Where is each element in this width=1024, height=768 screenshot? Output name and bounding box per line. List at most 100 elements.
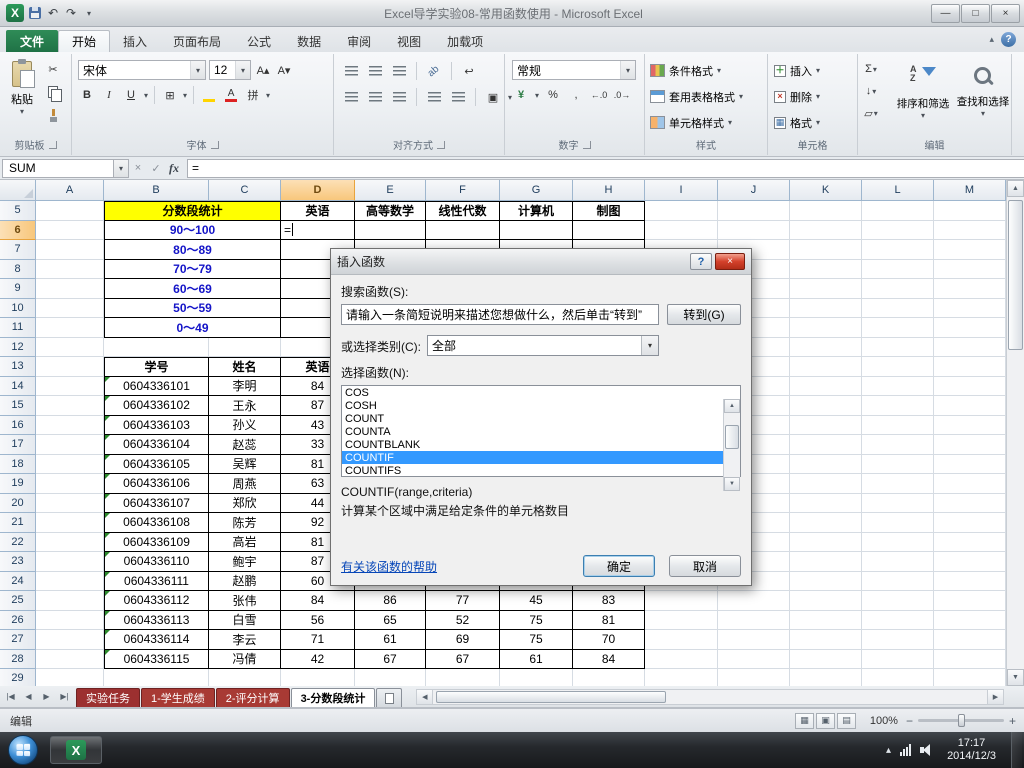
cell-r25-c10[interactable] [790,591,862,611]
cell-r17-c1[interactable]: 0604336104 [104,435,209,455]
font-size-select[interactable]: 12 ▾ [209,60,251,80]
dialog-close-button[interactable]: × [715,253,745,270]
currency-dropdown-icon[interactable]: ▾ [535,91,539,100]
cell-r26-c1[interactable]: 0604336113 [104,610,209,630]
row-header-16[interactable]: 16 [0,415,36,435]
cell-r7-c9[interactable] [790,240,862,260]
cell-r12-c11[interactable] [862,337,934,357]
cell-r26-c8[interactable] [645,610,718,630]
conditional-formatting-button[interactable]: 条件格式 ▾ [650,59,763,82]
cancel-formula-icon[interactable]: × [129,159,147,177]
row-header-20[interactable]: 20 [0,493,36,513]
number-dialog-launcher[interactable] [582,140,591,149]
row-header-19[interactable]: 19 [0,474,36,494]
cell-r8-c1[interactable]: 70～79 [104,259,281,279]
number-format-select[interactable]: 常规 ▾ [512,60,636,80]
column-header-G[interactable]: G [500,180,573,201]
cut-icon[interactable]: ✂ [44,60,62,78]
wrap-text-icon[interactable]: ↩ [460,62,478,80]
cell-r19-c1[interactable]: 0604336106 [104,474,209,494]
column-header-I[interactable]: I [645,180,718,201]
name-box[interactable]: SUM [2,158,114,178]
row-header-29[interactable]: 29 [0,669,36,686]
row-header-23[interactable]: 23 [0,552,36,572]
cell-r18-c10[interactable] [790,454,862,474]
cell-r17-c10[interactable] [790,435,862,455]
cell-r6-c3[interactable] [355,220,426,240]
cell-r28-c5[interactable]: 67 [426,649,500,669]
first-sheet-icon[interactable]: |◀ [3,689,18,704]
cell-r23-c11[interactable] [862,552,934,572]
column-header-E[interactable]: E [355,180,426,201]
cell-r28-c8[interactable] [645,649,718,669]
row-header-9[interactable]: 9 [0,279,36,299]
align-top-icon[interactable] [342,62,360,80]
cell-r26-c11[interactable] [862,610,934,630]
cell-r5-c6[interactable]: 制图 [573,201,645,221]
cell-r26-c12[interactable] [934,610,1006,630]
cell-r21-c0[interactable] [36,513,104,533]
clear-icon[interactable]: ▱ ▾ [862,104,880,122]
cell-r29-c1[interactable] [104,669,209,686]
cell-r29-c8[interactable] [645,669,718,686]
sheet-tab-1[interactable]: 1-学生成绩 [141,688,215,707]
zoom-track[interactable] [917,714,1004,727]
ribbon-tab-0[interactable]: 开始 [58,30,111,52]
column-header-J[interactable]: J [718,180,790,201]
cell-r29-c2[interactable] [209,669,281,686]
cell-r29-c11[interactable] [862,669,934,686]
cell-r6-c7[interactable] [645,220,718,240]
tray-expand-icon[interactable]: ▴ [886,745,891,756]
cell-r26-c10[interactable] [790,610,862,630]
close-button[interactable]: × [991,3,1020,23]
cell-r13-c12[interactable] [934,357,1006,377]
font-name-dropdown-icon[interactable]: ▾ [190,61,205,79]
zoom-in-icon[interactable]: + [1009,714,1016,728]
cell-r5-c8[interactable] [718,201,790,221]
cell-r19-c0[interactable] [36,474,104,494]
ribbon-tab-5[interactable]: 审阅 [334,30,384,52]
cell-r20-c2[interactable]: 郑欣 [209,493,281,513]
row-header-12[interactable]: 12 [0,337,36,357]
cell-r28-c0[interactable] [36,649,104,669]
format-painter-icon[interactable] [44,106,62,124]
cell-r5-c11[interactable] [934,201,1006,221]
ribbon-tab-6[interactable]: 视图 [384,30,434,52]
alignment-dialog-launcher[interactable] [437,140,445,149]
cell-r25-c0[interactable] [36,591,104,611]
column-header-A[interactable]: A [36,180,104,201]
dialog-title-bar[interactable]: 插入函数 ? × [331,249,751,275]
cell-r28-c9[interactable] [718,649,790,669]
function-help-link[interactable]: 有关该函数的帮助 [341,558,437,575]
cell-r25-c4[interactable]: 86 [355,591,426,611]
zoom-knob[interactable] [957,714,965,727]
column-header-D[interactable]: D [281,180,355,201]
select-all-corner[interactable] [0,180,36,201]
cell-r23-c1[interactable]: 0604336110 [104,552,209,572]
cell-r27-c6[interactable]: 75 [500,630,573,650]
function-item-COUNT[interactable]: COUNT [342,412,723,425]
font-dialog-launcher[interactable] [210,140,219,149]
redo-icon[interactable]: ↷ [64,4,78,22]
cell-r16-c11[interactable] [862,415,934,435]
orientation-icon[interactable]: ab [425,62,443,80]
row-header-8[interactable]: 8 [0,259,36,279]
cell-r27-c4[interactable]: 61 [355,630,426,650]
cell-r19-c10[interactable] [790,474,862,494]
cell-r17-c2[interactable]: 赵蕊 [209,435,281,455]
cell-r26-c5[interactable]: 52 [426,610,500,630]
file-tab[interactable]: 文件 [6,30,58,52]
cell-r18-c1[interactable]: 0604336105 [104,454,209,474]
paste-button[interactable]: 粘贴 ▾ [3,58,41,132]
cell-r20-c11[interactable] [862,493,934,513]
cell-r10-c10[interactable] [862,298,934,318]
function-item-COUNTBLANK[interactable]: COUNTBLANK [342,438,723,451]
cell-r28-c11[interactable] [862,649,934,669]
cell-r28-c7[interactable]: 84 [573,649,645,669]
insert-worksheet-tab[interactable] [376,688,403,707]
minimize-button[interactable]: — [931,3,960,23]
cell-r25-c2[interactable]: 张伟 [209,591,281,611]
help-icon[interactable]: ? [1001,32,1016,47]
cell-r7-c11[interactable] [934,240,1006,260]
excel-taskbar-button[interactable]: X [50,736,102,764]
